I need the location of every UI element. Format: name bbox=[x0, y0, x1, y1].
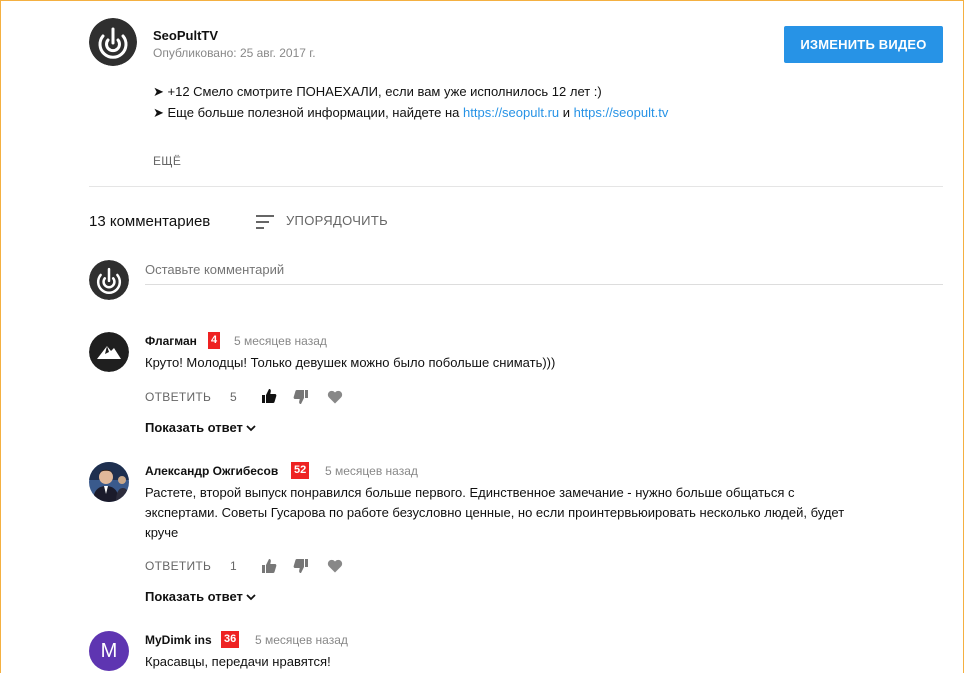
commenter-avatar[interactable] bbox=[89, 462, 129, 502]
show-replies-button[interactable]: Показать ответ bbox=[145, 589, 256, 604]
divider bbox=[89, 186, 943, 187]
channel-name[interactable]: SeoPultTV bbox=[153, 28, 218, 43]
comment-input-underline bbox=[145, 284, 943, 285]
reply-button[interactable]: ОТВЕТИТЬ bbox=[145, 559, 211, 573]
like-count: 1 bbox=[230, 559, 237, 573]
comment-input[interactable] bbox=[145, 262, 943, 277]
comment-time[interactable]: 5 месяцев назад bbox=[325, 464, 418, 478]
seopult-tv-link[interactable]: https://seopult.tv bbox=[574, 105, 669, 120]
user-avatar bbox=[89, 260, 129, 300]
reply-button[interactable]: ОТВЕТИТЬ bbox=[145, 390, 211, 404]
power-logo-icon bbox=[89, 260, 129, 300]
comment-text: Растете, второй выпуск понравился больше… bbox=[145, 485, 845, 540]
comments-count: 13 комментариев bbox=[89, 213, 211, 230]
chevron-down-icon bbox=[246, 425, 256, 432]
comment-text: Красавцы, передачи нравятся! bbox=[145, 654, 331, 669]
thumbs-down-icon[interactable] bbox=[293, 558, 309, 574]
comment-time[interactable]: 5 месяцев назад bbox=[255, 633, 348, 647]
avatar-letter: M bbox=[100, 640, 118, 662]
power-logo-icon bbox=[89, 18, 137, 66]
thumbs-up-icon[interactable] bbox=[261, 388, 277, 404]
mountain-logo-icon bbox=[89, 332, 129, 372]
publish-date: Опубликовано: 25 авг. 2017 г. bbox=[153, 46, 316, 60]
commenter-avatar[interactable] bbox=[89, 332, 129, 372]
comment-author[interactable]: Флагман bbox=[145, 334, 197, 348]
user-photo-icon bbox=[89, 462, 129, 502]
thumbs-down-icon[interactable] bbox=[293, 389, 309, 405]
level-badge: 36 bbox=[221, 631, 240, 648]
seopult-ru-link[interactable]: https://seopult.ru bbox=[463, 105, 559, 120]
comment-author[interactable]: MyDimk ins bbox=[145, 633, 212, 647]
description-line-2: ➤ Еще больше полезной информации, найдет… bbox=[153, 105, 668, 121]
heart-icon[interactable] bbox=[327, 558, 343, 574]
level-badge: 4 bbox=[208, 332, 221, 349]
channel-avatar[interactable] bbox=[89, 18, 137, 66]
commenter-avatar[interactable]: M bbox=[89, 631, 129, 671]
comment-text: Круто! Молодцы! Только девушек можно был… bbox=[145, 355, 556, 370]
edit-video-button[interactable]: ИЗМЕНИТЬ ВИДЕО bbox=[784, 26, 943, 63]
description-conjunction: и bbox=[559, 105, 574, 120]
sort-button[interactable]: УПОРЯДОЧИТЬ bbox=[286, 213, 388, 228]
level-badge: 52 bbox=[291, 462, 310, 479]
like-count: 5 bbox=[230, 390, 237, 404]
sort-icon[interactable] bbox=[256, 214, 276, 230]
show-replies-button[interactable]: Показать ответ bbox=[145, 420, 256, 435]
comment-time[interactable]: 5 месяцев назад bbox=[234, 334, 327, 348]
show-replies-label: Показать ответ bbox=[145, 589, 243, 604]
show-replies-label: Показать ответ bbox=[145, 420, 243, 435]
comment-author[interactable]: Александр Ожгибесов bbox=[145, 464, 278, 478]
heart-icon[interactable] bbox=[327, 389, 343, 405]
chevron-down-icon bbox=[246, 594, 256, 601]
description-line-1: ➤ +12 Смело смотрите ПОНАЕХАЛИ, если вам… bbox=[153, 84, 602, 99]
thumbs-up-icon[interactable] bbox=[261, 558, 277, 574]
show-more-button[interactable]: ЕЩЁ bbox=[153, 154, 181, 168]
description-line-2-text: ➤ Еще больше полезной информации, найдет… bbox=[153, 105, 464, 120]
